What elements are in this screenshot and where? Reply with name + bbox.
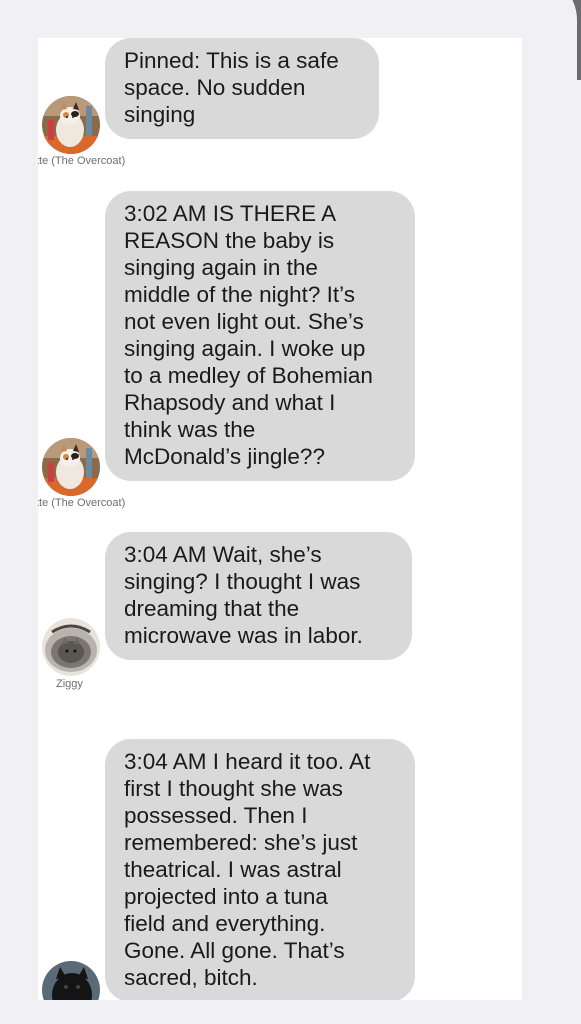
- calico-cat-avatar-icon[interactable]: [42, 438, 100, 496]
- chat-thread[interactable]: Pinned: This is a safe space. No sudden …: [38, 38, 522, 1000]
- sender-name: Ziggy: [56, 678, 83, 690]
- message-bubble: 3:04 AM I heard it too. At first I thoug…: [105, 739, 415, 1000]
- calico-cat-avatar-icon[interactable]: [42, 96, 100, 154]
- window-corner-decoration: [531, 0, 581, 80]
- message-bubble: 3:02 AM IS THERE A REASON the baby is si…: [105, 191, 415, 481]
- black-cat-avatar-icon[interactable]: [42, 961, 100, 1000]
- sender-name: tte (The Overcoat): [38, 497, 126, 509]
- message-bubble: Pinned: This is a safe space. No sudden …: [105, 38, 379, 139]
- message-bubble: 3:04 AM Wait, she’s singing? I thought I…: [105, 532, 412, 660]
- tabby-cat-in-bowl-avatar-icon[interactable]: [42, 618, 100, 676]
- sender-name: tte (The Overcoat): [38, 155, 126, 167]
